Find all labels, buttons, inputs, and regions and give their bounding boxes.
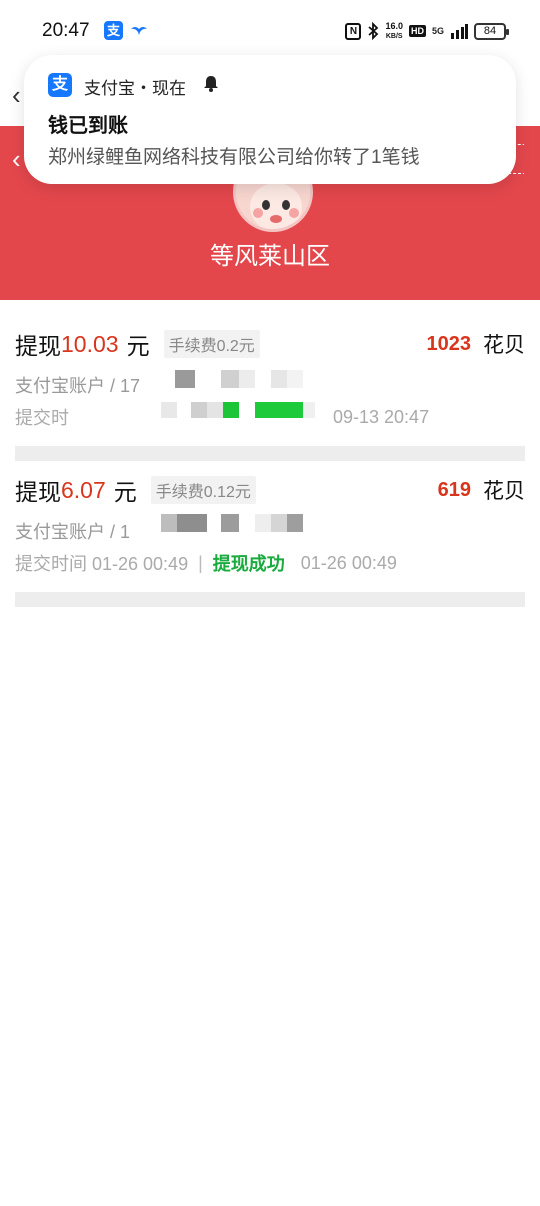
redaction-mosaic xyxy=(75,406,165,446)
nfc-icon: N xyxy=(345,22,362,40)
redaction-mosaic xyxy=(271,370,287,388)
points-value: 619 xyxy=(437,478,471,501)
bird-icon xyxy=(131,27,147,35)
back-icon[interactable]: ‹ xyxy=(12,80,21,111)
list-divider xyxy=(15,446,525,461)
redaction-mosaic xyxy=(271,514,287,532)
alipay-icon: 支 xyxy=(48,73,72,97)
redaction-mosaic xyxy=(221,370,239,388)
record-fee: 手续费0.2元 xyxy=(163,330,260,358)
bell-icon xyxy=(202,74,220,97)
redaction-mosaic xyxy=(223,402,239,418)
redaction-mosaic xyxy=(175,370,195,388)
withdraw-record[interactable]: 提现 6.07 元 手续费0.12元 619 花贝 支付宝账户 / 1 提交时间… xyxy=(15,474,525,584)
points-value: 1023 xyxy=(426,332,472,355)
record-unit: 元 xyxy=(126,333,150,359)
speed-value: 16.0 xyxy=(385,20,403,31)
record-time-row: 提交时间 01-26 00:49 | 提现成功 01-26 00:49 xyxy=(15,550,397,576)
speed-unit: KB/S xyxy=(385,32,403,40)
bluetooth-icon xyxy=(368,22,379,40)
back-button[interactable]: ‹ xyxy=(12,144,21,175)
record-status: 提现成功 xyxy=(212,554,285,574)
record-points: 1023 花贝 xyxy=(427,328,526,360)
redaction-mosaic xyxy=(191,402,207,418)
points-unit: 花贝 xyxy=(483,334,525,357)
network-type: 5G xyxy=(431,26,444,36)
finish-time: 09-13 20:47 xyxy=(333,406,430,427)
record-account: 支付宝账户 / 17 xyxy=(15,376,141,396)
notification-title: 钱已到账 xyxy=(48,115,128,137)
redaction-mosaic xyxy=(207,402,223,418)
status-indicators: N 16.0 KB/S HD 5G 84 xyxy=(345,20,509,42)
hd-icon: HD xyxy=(408,25,426,37)
withdraw-record[interactable]: 提现 10.03 元 手续费0.2元 1023 花贝 支付宝账户 / 17 提交… xyxy=(15,328,526,446)
redaction-mosaic xyxy=(177,514,207,532)
record-amount-row: 提现 6.07 元 手续费0.12元 xyxy=(15,474,256,506)
record-title: 提现 xyxy=(15,479,61,505)
network-speed: 16.0 KB/S xyxy=(385,20,403,41)
notification-source: 支付宝・现在 xyxy=(84,79,186,98)
notification-banner[interactable]: 支 支付宝・现在 钱已到账 郑州绿鲤鱼网络科技有限公司给你转了1笔钱 xyxy=(24,55,516,184)
record-title: 提现 xyxy=(15,333,61,359)
redaction-mosaic xyxy=(161,402,177,418)
status-bar: 20:47 支 N 16.0 KB/S HD 5G 84 xyxy=(0,0,540,62)
record-points: 619 花贝 xyxy=(438,474,525,506)
separator: | xyxy=(198,552,203,573)
battery-icon: 84 xyxy=(474,22,509,40)
finish-time: 01-26 00:49 xyxy=(300,552,397,573)
list-divider xyxy=(15,592,525,607)
alipay-status-icon: 支 xyxy=(104,21,123,40)
record-amount: 10.03 xyxy=(61,330,119,357)
signal-icon xyxy=(451,24,468,39)
redaction-mosaic xyxy=(287,370,303,388)
redaction-mosaic xyxy=(287,514,303,532)
record-time-row: 提交时 09-13 20:47 xyxy=(15,404,429,430)
status-time: 20:47 xyxy=(42,20,90,41)
username: 等风莱山区 xyxy=(210,243,330,270)
redaction-mosaic xyxy=(221,514,239,532)
record-fee: 手续费0.12元 xyxy=(150,476,256,504)
submit-time: 提交时间 01-26 00:49 xyxy=(15,554,189,574)
notification-body: 郑州绿鲤鱼网络科技有限公司给你转了1笔钱 xyxy=(48,147,420,168)
redaction-mosaic xyxy=(161,514,177,532)
redaction-mosaic xyxy=(255,402,303,418)
redaction-mosaic xyxy=(303,402,315,418)
record-account: 支付宝账户 / 1 xyxy=(15,522,131,542)
redaction-mosaic xyxy=(239,370,255,388)
record-amount-row: 提现 10.03 元 手续费0.2元 xyxy=(15,328,260,360)
submit-time: 提交时 xyxy=(15,408,69,428)
points-unit: 花贝 xyxy=(483,480,525,503)
redaction-mosaic xyxy=(255,514,271,532)
record-amount: 6.07 xyxy=(61,476,106,503)
record-unit: 元 xyxy=(113,479,137,505)
